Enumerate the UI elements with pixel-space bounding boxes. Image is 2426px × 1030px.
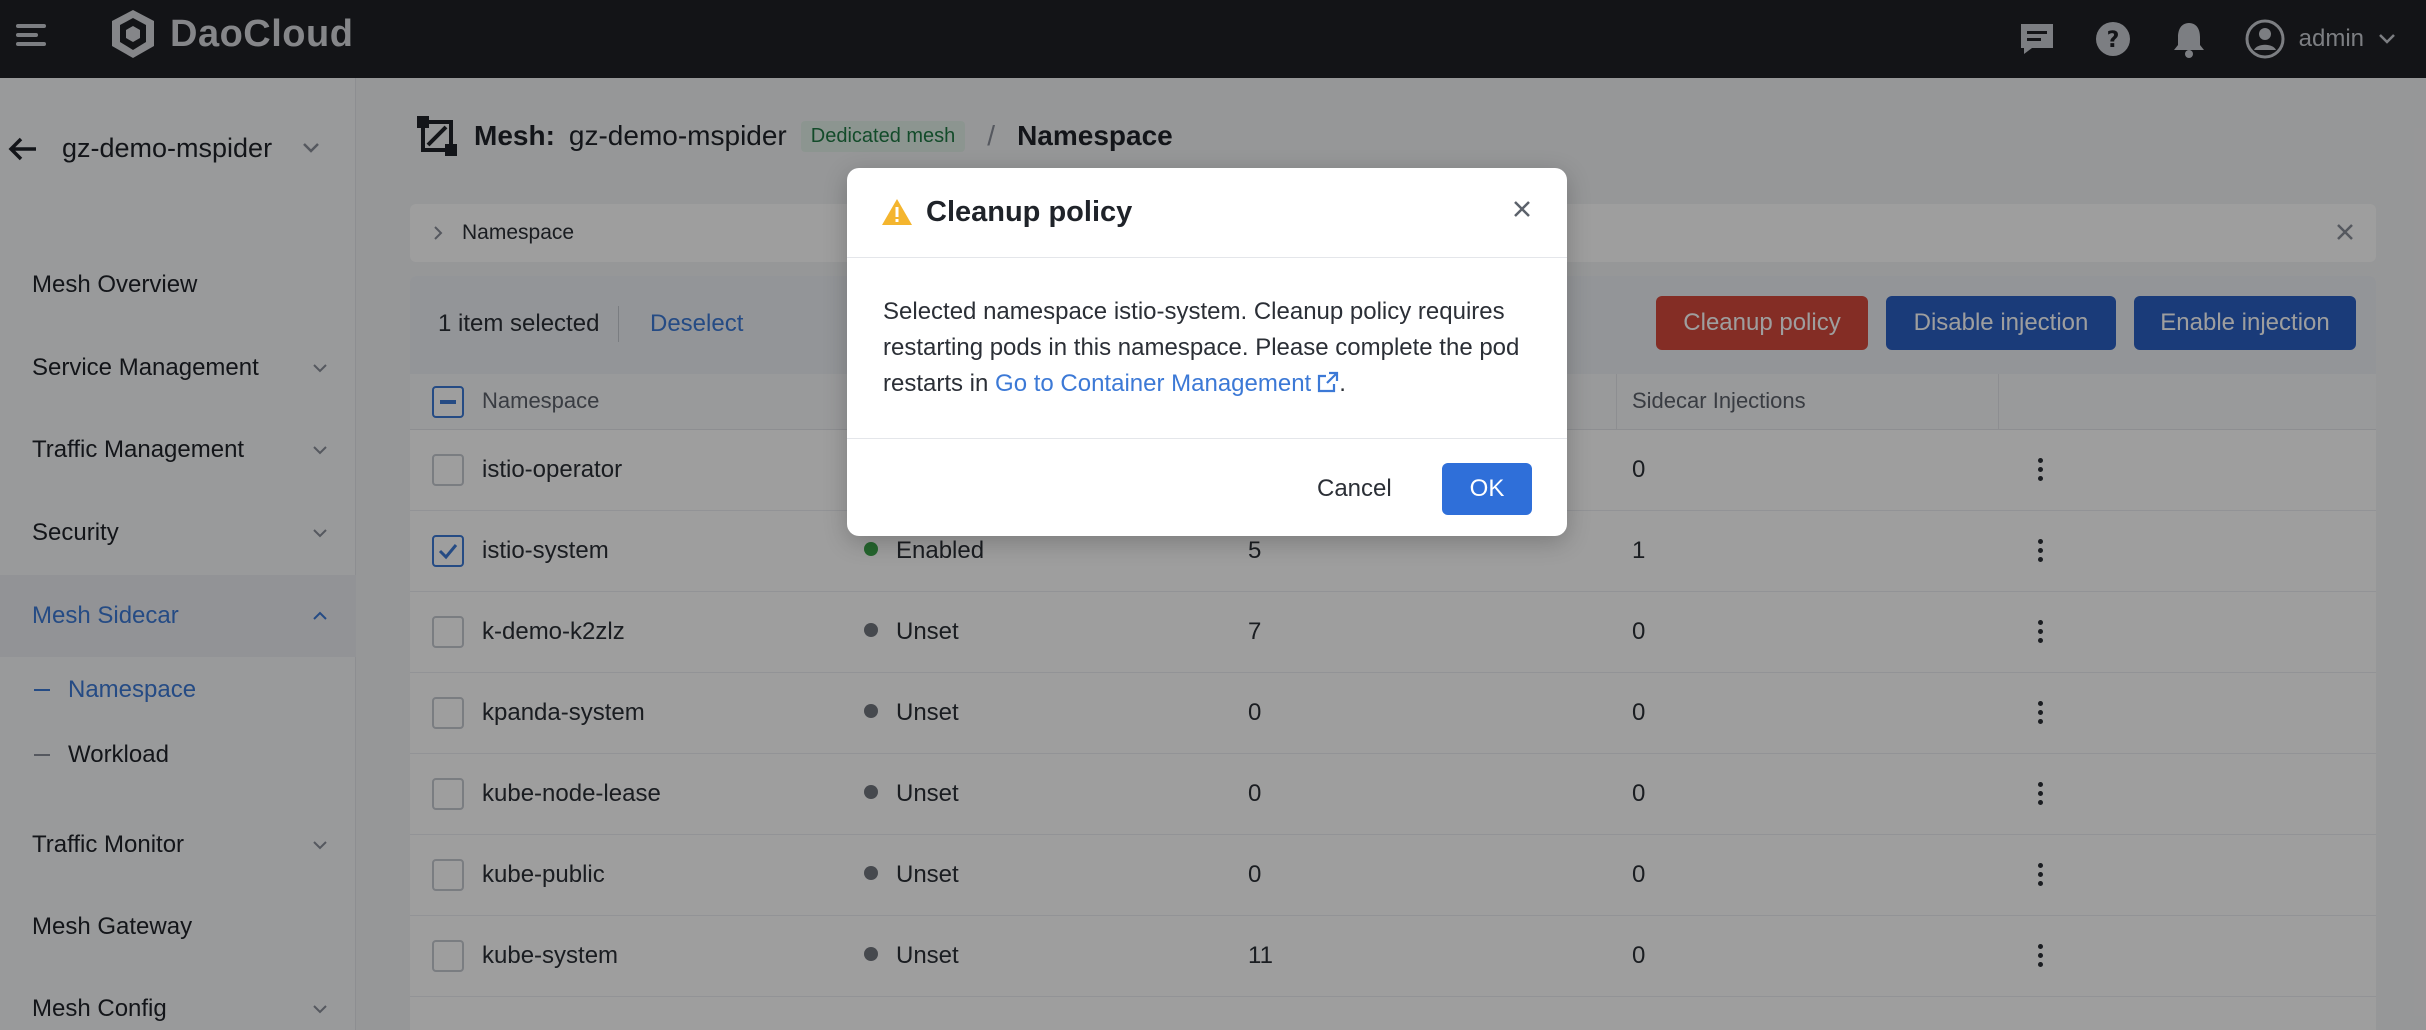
close-icon[interactable]: [1511, 198, 1533, 220]
container-management-link[interactable]: Go to Container Management: [995, 370, 1339, 397]
dialog-footer: Cancel OK: [847, 438, 1567, 536]
external-link-icon: [1318, 371, 1339, 393]
cleanup-policy-dialog: Cleanup policy Selected namespace istio-…: [847, 168, 1567, 536]
ok-button[interactable]: OK: [1442, 463, 1532, 515]
container-management-link-text: Go to Container Management: [995, 370, 1312, 397]
cancel-button[interactable]: Cancel: [1305, 463, 1404, 515]
dialog-title: Cleanup policy: [926, 196, 1133, 228]
dialog-header: Cleanup policy: [847, 168, 1567, 258]
warning-icon: [882, 199, 912, 225]
dialog-message: Selected namespace istio-system. Cleanup…: [883, 294, 1533, 402]
dialog-message-suffix: .: [1339, 370, 1346, 397]
